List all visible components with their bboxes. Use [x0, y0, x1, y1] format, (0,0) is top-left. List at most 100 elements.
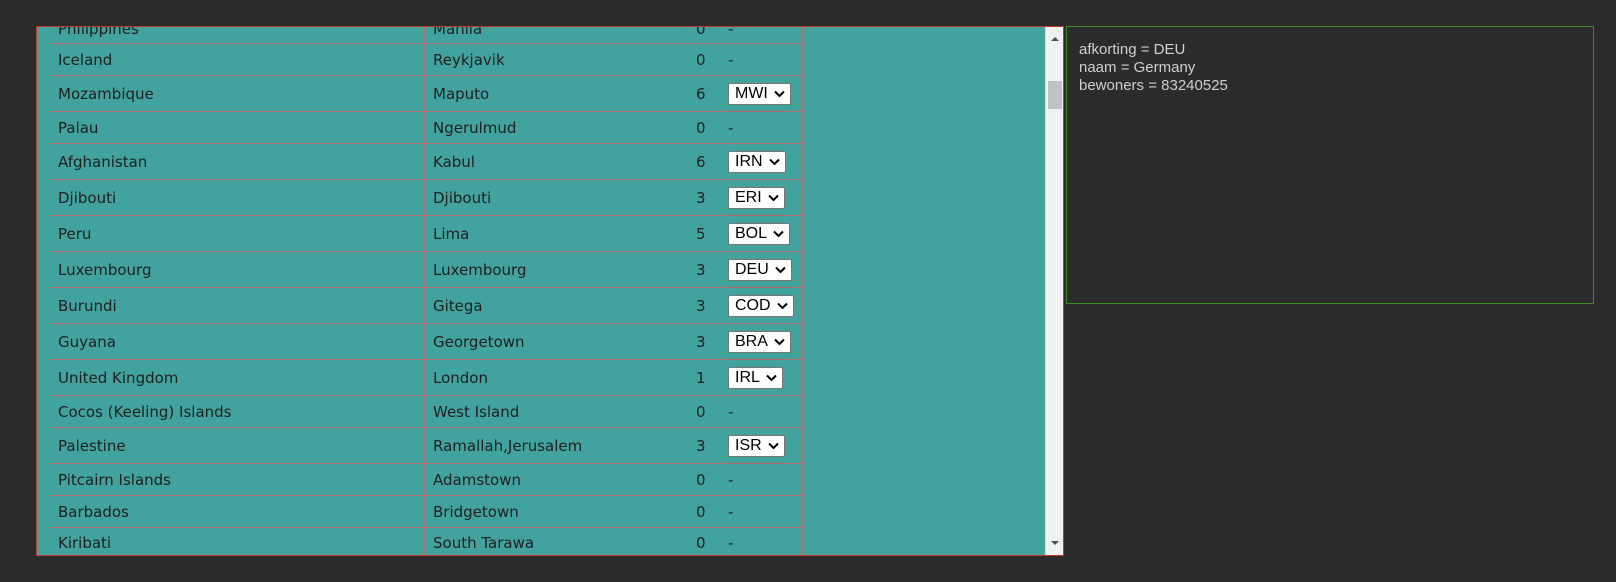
- border-country-select[interactable]: BOL: [728, 222, 791, 245]
- neighbour-count-cell: 0: [687, 43, 720, 76]
- chevron-down-icon: [768, 158, 780, 165]
- border-country-cell: -: [719, 463, 803, 496]
- capital-cell: Maputo: [424, 75, 688, 112]
- border-country-cell: DEU: [719, 251, 803, 288]
- table-body: Philippines Manila 0- Iceland Reykjavik 0- Moz…: [49, 27, 803, 555]
- neighbour-count-cell: 0: [687, 527, 720, 555]
- neighbour-count-cell: 3: [687, 179, 720, 216]
- capital-cell: Luxembourg: [424, 251, 688, 288]
- table-row: Afghanistan Kabul 6 IRN: [49, 143, 803, 180]
- border-country-cell: -: [719, 527, 803, 555]
- triangle-up-icon[interactable]: [1050, 34, 1060, 44]
- capital-cell: Ngerulmud: [424, 111, 688, 144]
- table-row: United Kingdom London 1 IRL: [49, 359, 803, 396]
- border-country-cell: COD: [719, 287, 803, 324]
- neighbour-count-cell: 5: [687, 215, 720, 252]
- neighbour-count-cell: 6: [687, 143, 720, 180]
- neighbour-count-cell: 3: [687, 251, 720, 288]
- table-row: Guyana Georgetown 3 BRA: [49, 323, 803, 360]
- country-name-cell: Barbados: [49, 495, 425, 528]
- capital-cell: South Tarawa: [424, 527, 688, 555]
- table-row: Burundi Gitega 3 COD: [49, 287, 803, 324]
- capital-cell: London: [424, 359, 688, 396]
- no-border-text: -: [728, 50, 734, 69]
- chevron-down-icon: [767, 442, 779, 449]
- capital-cell: West Island: [424, 395, 688, 428]
- no-border-text: -: [728, 470, 734, 489]
- table-row: Palau Ngerulmud 0-: [49, 111, 803, 144]
- border-country-cell: -: [719, 43, 803, 76]
- border-country-select[interactable]: COD: [728, 294, 794, 317]
- select-value: BOL: [735, 224, 768, 242]
- country-name-cell: Djibouti: [49, 179, 425, 216]
- border-country-select[interactable]: ISR: [728, 434, 785, 457]
- select-value: ISR: [735, 436, 762, 454]
- detail-naam: naam = Germany: [1079, 59, 1196, 76]
- border-country-select[interactable]: ERI: [728, 186, 785, 209]
- vertical-scrollbar[interactable]: [1045, 27, 1063, 555]
- neighbour-count-cell: 0: [687, 111, 720, 144]
- border-country-cell: BRA: [719, 323, 803, 360]
- triangle-down-icon[interactable]: [1050, 538, 1060, 548]
- border-country-cell: ERI: [719, 179, 803, 216]
- border-country-select[interactable]: BRA: [728, 330, 791, 353]
- select-value: IRL: [735, 368, 760, 386]
- border-country-cell: -: [719, 395, 803, 428]
- table-row: Iceland Reykjavik 0-: [49, 43, 803, 76]
- border-country-cell: MWI: [719, 75, 803, 112]
- country-name-cell: Palau: [49, 111, 425, 144]
- border-country-select[interactable]: MWI: [728, 82, 791, 105]
- table-row: Djibouti Djibouti 3 ERI: [49, 179, 803, 216]
- table-row: Luxembourg Luxembourg 3 DEU: [49, 251, 803, 288]
- scrollbar-thumb[interactable]: [1048, 81, 1062, 109]
- border-country-select[interactable]: IRN: [728, 150, 786, 173]
- country-name-cell: Pitcairn Islands: [49, 463, 425, 496]
- capital-cell: Djibouti: [424, 179, 688, 216]
- select-value: COD: [735, 296, 771, 314]
- capital-cell: Lima: [424, 215, 688, 252]
- country-name-cell: Philippines: [49, 27, 425, 44]
- neighbour-count-cell: 0: [687, 495, 720, 528]
- no-border-text: -: [728, 402, 734, 421]
- country-name-cell: Burundi: [49, 287, 425, 324]
- no-border-text: -: [728, 118, 734, 137]
- border-country-select[interactable]: DEU: [728, 258, 792, 281]
- border-country-cell: IRN: [719, 143, 803, 180]
- country-name-cell: Palestine: [49, 427, 425, 464]
- border-country-cell: IRL: [719, 359, 803, 396]
- capital-cell: Adamstown: [424, 463, 688, 496]
- capital-cell: Georgetown: [424, 323, 688, 360]
- detail-afkorting: afkorting = DEU: [1079, 41, 1186, 58]
- table-row: Cocos (Keeling) Islands West Island 0-: [49, 395, 803, 428]
- table-row: Mozambique Maputo 6 MWI: [49, 75, 803, 112]
- capital-cell: Reykjavik: [424, 43, 688, 76]
- table-row: Philippines Manila 0-: [49, 27, 803, 44]
- capital-cell: Bridgetown: [424, 495, 688, 528]
- table-row: Palestine Ramallah,Jerusalem 3 ISR: [49, 427, 803, 464]
- countries-table: Philippines Manila 0- Iceland Reykjavik 0- Moz…: [49, 27, 803, 555]
- neighbour-count-cell: 6: [687, 75, 720, 112]
- table-row: Kiribati South Tarawa 0-: [49, 527, 803, 555]
- border-country-select[interactable]: IRL: [728, 366, 783, 389]
- border-country-cell: BOL: [719, 215, 803, 252]
- detail-bewoners: bewoners = 83240525: [1079, 77, 1228, 94]
- country-name-cell: Iceland: [49, 43, 425, 76]
- country-name-cell: Peru: [49, 215, 425, 252]
- chevron-down-icon: [766, 374, 777, 381]
- capital-cell: Kabul: [424, 143, 688, 180]
- table-viewport: Philippines Manila 0- Iceland Reykjavik 0- Moz…: [37, 27, 1045, 555]
- border-country-cell: -: [719, 27, 803, 44]
- neighbour-count-cell: 3: [687, 287, 720, 324]
- chevron-down-icon: [767, 194, 779, 201]
- border-country-cell: -: [719, 495, 803, 528]
- country-name-cell: United Kingdom: [49, 359, 425, 396]
- country-name-cell: Afghanistan: [49, 143, 425, 180]
- select-value: BRA: [735, 332, 768, 350]
- table-content: Philippines Manila 0- Iceland Reykjavik 0- Moz…: [37, 27, 803, 555]
- detail-panel: afkorting = DEU naam = Germany bewoners …: [1066, 26, 1594, 304]
- chevron-down-icon: [776, 302, 788, 309]
- border-country-cell: ISR: [719, 427, 803, 464]
- select-value: ERI: [735, 188, 762, 206]
- table-row: Peru Lima 5 BOL: [49, 215, 803, 252]
- countries-table-panel[interactable]: Philippines Manila 0- Iceland Reykjavik 0- Moz…: [36, 26, 1064, 556]
